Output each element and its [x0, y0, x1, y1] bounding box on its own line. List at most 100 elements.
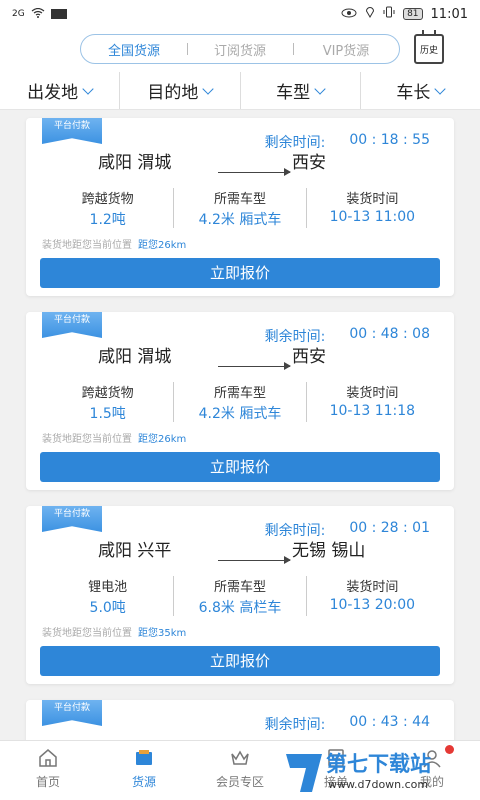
countdown: 剩余时间: 00 : 43 : 44: [265, 714, 430, 734]
distance-label: 装货地距您当前位置: [42, 240, 132, 251]
status-bar: 2G 81 11:01: [0, 0, 480, 28]
home-icon: [37, 747, 59, 769]
cargo-card[interactable]: 平台付款 剩余时间: 00 : 28 : 01 咸阳 兴平 无锡 锡山 锂电池 5.…: [26, 506, 454, 684]
cargo-card[interactable]: 平台付款 剩余时间: 00 : 43 : 44: [26, 700, 454, 740]
goods-label: 锂电池: [88, 580, 128, 595]
tab-cargo[interactable]: 货源: [96, 741, 192, 800]
cargo-list[interactable]: 平台付款 剩余时间: 00 : 18 : 55 咸阳 渭城 西安 跨越货物 1.2吨…: [0, 110, 480, 740]
tab-label: 会员专区: [215, 775, 264, 789]
order-icon: [325, 747, 347, 769]
vehicle-type: 4.2米 厢式车: [198, 406, 282, 422]
distance-value: 距您35km: [138, 628, 187, 639]
chevron-down-icon: [314, 82, 326, 95]
battery-indicator: 81: [403, 8, 423, 20]
cargo-details: 锂电池 5.0吨 所需车型 6.8米 高栏车 装货时间 10-13 20:00: [42, 576, 438, 616]
tab-label: 货源: [131, 775, 156, 789]
user-icon: [421, 747, 443, 769]
tab-label: 接单: [323, 775, 348, 789]
cargo-card[interactable]: 平台付款 剩余时间: 00 : 48 : 08 咸阳 渭城 西安 跨越货物 1.5吨…: [26, 312, 454, 490]
route-destination: 无锡 锡山: [292, 540, 366, 561]
tab-national-source[interactable]: 全国货源: [81, 40, 187, 59]
clock: 11:01: [430, 6, 468, 22]
tab-subscribed-source[interactable]: 订阅货源: [187, 40, 293, 59]
load-time-label: 装货时间: [346, 386, 399, 401]
tab-label: 我的: [419, 775, 444, 789]
vibrate-icon: [383, 6, 395, 22]
filter-label: 出发地: [27, 83, 79, 103]
route-destination: 西安: [292, 346, 326, 367]
bottom-tab-bar: 首页 货源 会员专区 接单 我的: [0, 740, 480, 800]
goods-label: 跨越货物: [81, 386, 134, 401]
tab-orders[interactable]: 接单: [288, 741, 384, 800]
goods-label: 跨越货物: [81, 192, 134, 207]
distance-value: 距您26km: [138, 240, 187, 251]
filter-origin[interactable]: 出发地: [0, 72, 119, 109]
distance-label: 装货地距您当前位置: [42, 434, 132, 445]
platform-payment-badge: 平台付款: [42, 118, 102, 144]
load-time: 10-13 11:00: [329, 209, 416, 225]
vehicle-label: 所需车型: [213, 192, 266, 207]
filter-vehicle-length[interactable]: 车长: [359, 72, 480, 109]
vehicle-type: 6.8米 高栏车: [198, 600, 282, 616]
history-button[interactable]: 历史: [414, 30, 444, 64]
load-time-label: 装货时间: [346, 192, 399, 207]
tab-home[interactable]: 首页: [0, 741, 96, 800]
arrow-right-icon: [218, 556, 291, 564]
tab-vip-zone[interactable]: 会员专区: [192, 741, 288, 800]
chevron-down-icon: [434, 82, 447, 95]
filter-label: 车型: [276, 83, 311, 103]
goods-weight: 5.0吨: [89, 600, 126, 616]
notification-dot: [445, 745, 454, 754]
platform-payment-badge: 平台付款: [42, 312, 102, 338]
top-bar: 全国货源 订阅货源 VIP货源 历史: [0, 28, 480, 72]
distance-info: 装货地距您当前位置 距您26km: [42, 430, 186, 445]
route-origin: 咸阳 兴平: [98, 540, 172, 561]
distance-label: 装货地距您当前位置: [42, 628, 132, 639]
platform-payment-badge: 平台付款: [42, 506, 102, 532]
quote-button[interactable]: 立即报价: [40, 646, 440, 676]
filter-label: 车长: [396, 83, 431, 103]
filter-destination[interactable]: 目的地: [119, 72, 239, 109]
vehicle-type: 4.2米 厢式车: [198, 212, 282, 228]
notification-icon: [50, 9, 67, 19]
load-time-label: 装货时间: [346, 580, 399, 595]
chevron-down-icon: [82, 82, 94, 95]
wifi-icon: [31, 7, 45, 21]
countdown: 剩余时间: 00 : 48 : 08: [265, 326, 430, 346]
signal-indicator: 2G: [12, 9, 25, 19]
location-icon: [365, 6, 375, 22]
distance-info: 装货地距您当前位置 距您35km: [42, 624, 186, 639]
arrow-right-icon: [218, 362, 291, 370]
cargo-details: 跨越货物 1.2吨 所需车型 4.2米 厢式车 装货时间 10-13 11:00: [42, 188, 438, 228]
route-destination: 西安: [292, 152, 326, 173]
tab-profile[interactable]: 我的: [384, 741, 480, 800]
history-label: 历史: [419, 45, 438, 56]
source-segment-control: 全国货源 订阅货源 VIP货源: [80, 34, 400, 64]
eye-icon: [341, 7, 357, 22]
route-origin: 咸阳 渭城: [98, 152, 172, 173]
goods-weight: 1.2吨: [89, 212, 126, 228]
quote-button[interactable]: 立即报价: [40, 452, 440, 482]
distance-info: 装货地距您当前位置 距您26km: [42, 236, 186, 251]
tab-label: 首页: [35, 775, 60, 789]
load-time: 10-13 11:18: [329, 403, 416, 419]
remain-time: 00 : 43 : 44: [349, 714, 430, 730]
distance-value: 距您26km: [138, 434, 187, 445]
filter-label: 目的地: [147, 83, 199, 103]
filter-vehicle-type[interactable]: 车型: [239, 72, 360, 109]
load-time: 10-13 20:00: [329, 597, 416, 613]
remain-time: 00 : 18 : 55: [349, 132, 430, 148]
tab-vip-source[interactable]: VIP货源: [293, 40, 399, 59]
quote-button[interactable]: 立即报价: [40, 258, 440, 288]
vehicle-label: 所需车型: [213, 580, 266, 595]
cargo-icon: [133, 747, 155, 769]
goods-weight: 1.5吨: [89, 406, 126, 422]
arrow-right-icon: [218, 168, 291, 176]
cargo-card[interactable]: 平台付款 剩余时间: 00 : 18 : 55 咸阳 渭城 西安 跨越货物 1.2吨…: [26, 118, 454, 296]
countdown: 剩余时间: 00 : 18 : 55: [265, 132, 430, 152]
vehicle-label: 所需车型: [213, 386, 266, 401]
remain-label: 剩余时间:: [264, 717, 326, 733]
chevron-down-icon: [202, 82, 215, 95]
remain-time: 00 : 48 : 08: [349, 326, 430, 342]
platform-payment-badge: 平台付款: [42, 700, 102, 726]
